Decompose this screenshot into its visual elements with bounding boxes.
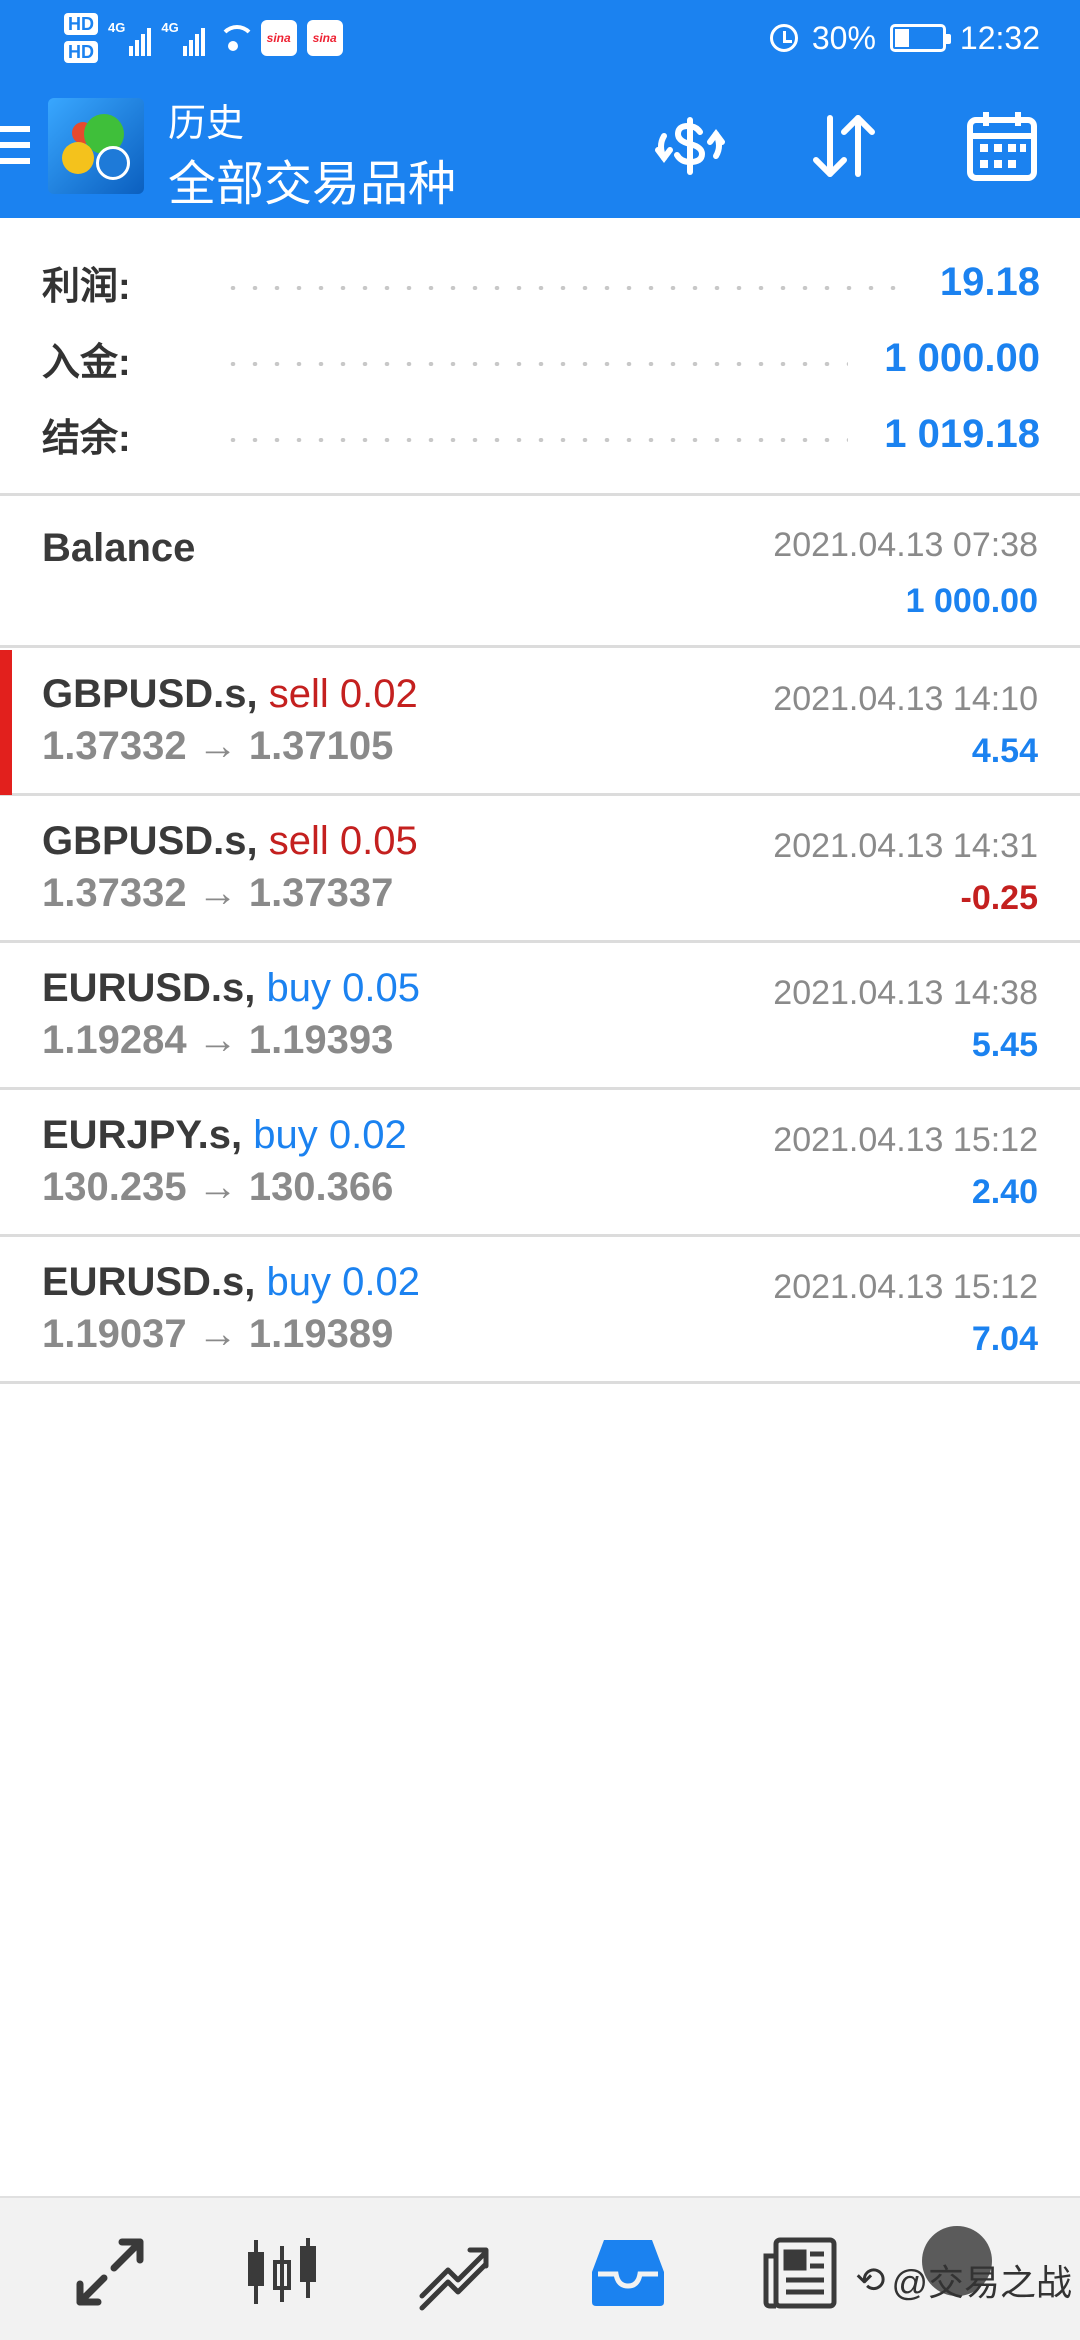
balance-entry[interactable]: Balance 2021.04.13 07:38 1 000.00 [0,498,1080,648]
dotted-leader [222,286,904,290]
sina-app-icon: sina [260,20,297,56]
quotes-icon[interactable] [70,2232,150,2312]
summary-value: 19.18 [939,259,1040,304]
trade-icon[interactable] [414,2232,494,2312]
status-right: 30% 12:32 [769,16,1040,60]
watermark-text: @交易之战 [891,2262,1072,2303]
signal-icon: 4G [161,20,205,56]
deal-time: 2021.04.13 15:12 [773,1268,1038,1306]
symbol-name: GBPUSD.s, [42,819,258,863]
deal-side-volume: sell 0.05 [268,819,418,863]
bottom-navigation: ⟲ @交易之战 [0,2196,1080,2340]
deal-profit: 7.04 [971,1320,1038,1358]
battery-icon [889,24,951,52]
weibo-icon: ⟲ [855,2259,886,2300]
deal-side-volume: buy 0.02 [266,1260,420,1304]
deal-row[interactable]: EURUSD.s, buy 0.05 1.19284 → 1.19393 2021.… [0,944,1080,1090]
status-left: HD HD 4G 4G sina sina [64,10,343,66]
summary-label: 入金: [42,341,131,384]
deal-time: 2021.04.13 15:12 [773,1121,1038,1159]
battery-percent: 30% [811,19,876,56]
deal-side-volume: sell 0.02 [268,672,418,716]
deal-symbol: EURJPY.s, buy 0.02 [42,1113,407,1158]
app-bar: 历史 全部交易品种 [0,88,1080,218]
app-logo [48,98,144,194]
deal-prices: 1.37332 → 1.37337 [42,871,394,915]
top-bar: HD HD 4G 4G sina sina 30% 12:32 历史 全部交易品… [0,0,1080,218]
network-type: 4G [108,20,126,35]
deal-row[interactable]: EURUSD.s, buy 0.02 1.19037 → 1.19389 2021.… [0,1238,1080,1384]
deal-prices: 130.235 → 130.366 [42,1165,394,1209]
deal-prices: 1.19284 → 1.19393 [42,1018,394,1062]
signal-icon: 4G [108,20,152,56]
chart-icon[interactable] [242,2232,322,2312]
deal-prices: 1.19037 → 1.19389 [42,1312,394,1356]
summary-value: 1 000.00 [884,335,1040,380]
network-type: 4G [161,20,179,35]
sina-app-icon: sina [306,20,343,56]
currency-exchange-icon[interactable] [650,106,730,186]
summary-value: 1 019.18 [884,411,1040,456]
symbol-name: EURUSD.s, [42,1260,256,1304]
deal-time: 2021.04.13 14:38 [773,974,1038,1012]
deal-symbol: GBPUSD.s, sell 0.02 [42,672,418,717]
deal-time: 2021.04.13 14:10 [773,680,1038,718]
symbol-filter-title[interactable]: 全部交易品种 [168,144,456,214]
symbol-name: GBPUSD.s, [42,672,258,716]
battery-level [894,29,909,47]
menu-icon[interactable] [0,126,30,170]
deal-amount: 1 000.00 [905,582,1038,620]
watermark: ⟲ @交易之战 [855,2254,1072,2306]
symbol-name: EURUSD.s, [42,966,256,1010]
hd-indicators: HD HD [64,13,98,63]
wifi-icon [215,23,256,53]
status-time: 12:32 [959,19,1040,56]
deal-symbol: EURUSD.s, buy 0.05 [42,966,420,1011]
summary-label: 结余: [42,417,131,460]
calendar-icon[interactable] [962,106,1042,186]
deal-time: 2021.04.13 07:38 [773,526,1038,564]
deal-side-volume: buy 0.02 [253,1113,407,1157]
deal-symbol: GBPUSD.s, sell 0.05 [42,819,418,864]
balance-title: Balance [42,526,196,570]
alarm-icon [769,24,798,52]
deal-profit: 5.45 [971,1026,1038,1064]
deal-row[interactable]: GBPUSD.s, sell 0.02 1.37332 → 1.37105 2021… [0,650,1080,796]
deal-prices: 1.37332 → 1.37105 [42,724,394,768]
sort-icon[interactable] [804,106,884,186]
summary-label: 利润: [42,265,131,308]
news-icon[interactable] [760,2232,840,2312]
deal-profit: 2.40 [971,1173,1038,1211]
history-summary: 利润: 19.18 入金: 1 000.00 结余: 1 019.18 [0,238,1080,496]
selected-marker [0,650,12,795]
page-title: 历史 [168,103,245,145]
summary-row-profit: 利润: 19.18 [42,252,1040,312]
history-icon[interactable] [588,2232,668,2312]
dotted-leader [222,438,849,442]
deal-side-volume: buy 0.05 [266,966,420,1010]
summary-row-balance: 结余: 1 019.18 [42,404,1040,464]
deal-row[interactable]: GBPUSD.s, sell 0.05 1.37332 → 1.37337 2021… [0,797,1080,943]
deal-profit: 4.54 [971,732,1038,770]
deal-row[interactable]: EURJPY.s, buy 0.02 130.235 → 130.366 2021.… [0,1091,1080,1237]
dotted-leader [222,362,849,366]
symbol-name: EURJPY.s, [42,1113,243,1157]
hd-badge: HD [64,41,98,63]
summary-row-deposit: 入金: 1 000.00 [42,328,1040,388]
deal-symbol: EURUSD.s, buy 0.02 [42,1260,420,1305]
deal-time: 2021.04.13 14:31 [773,827,1038,865]
hd-badge: HD [64,13,98,35]
deal-profit: -0.25 [960,879,1039,917]
status-bar: HD HD 4G 4G sina sina 30% 12:32 [0,0,1080,76]
